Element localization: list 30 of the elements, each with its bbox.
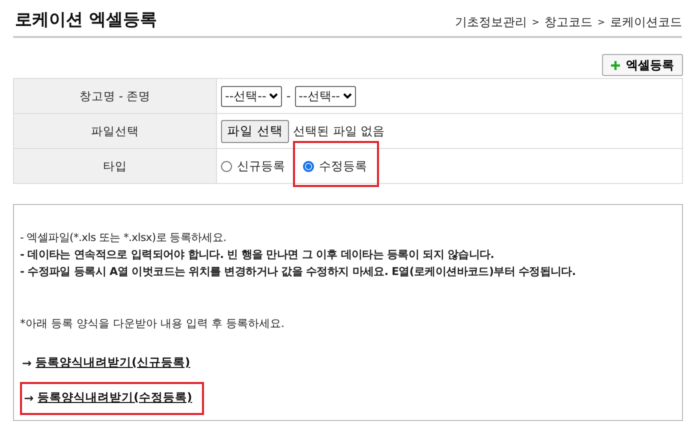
excel-register-button[interactable]: 엑셀등록 (602, 54, 683, 76)
form-label: 타입 (14, 148, 216, 184)
arrow-text: → (22, 356, 32, 370)
notice-text: - 엑셀파일(*.xls 또는 *.xlsx)로 등록하세요. (20, 230, 228, 246)
page-title: 로케이션 엑셀등록 (15, 9, 157, 31)
breadcrumb-separator: > (532, 18, 540, 28)
breadcrumb-item[interactable]: 창고코드 (544, 14, 592, 31)
chevron-down-icon (343, 93, 352, 99)
select-dropdown[interactable]: --선택-- (221, 86, 282, 106)
breadcrumb-separator: > (597, 18, 605, 28)
notice-text: - 수정파일 등록시 A열 이벗코드는 위치를 변경하거나 값을 수정하지 마세요. E열(로케이션바코드)부터 수정됩니다. (20, 264, 577, 280)
separator-text: - (286, 89, 291, 103)
download-link[interactable]: 등록양식내려받기(신규등록) (36, 355, 190, 370)
select-dropdown[interactable]: --선택-- (294, 86, 356, 106)
breadcrumb-item[interactable]: 로케이션코드 (610, 14, 682, 31)
chevron-down-icon (269, 93, 278, 99)
hint-text: *아래 등록 양식을 다운받아 내용 입력 후 등록하세요. (20, 316, 286, 331)
arrow-text: → (24, 390, 34, 404)
form-label: 파일선택 (14, 114, 216, 148)
radio-button[interactable] (221, 160, 232, 172)
file-select-button[interactable]: 파일 선택 (221, 120, 289, 142)
notice-text: - 데이타는 연속적으로 입력되어야 합니다. 빈 행을 만나면 그 이후 데이타는 등록이 되지 않습니다. (20, 247, 496, 263)
file-status: 선택된 파일 없음 (292, 122, 385, 140)
radio-label: 수정등록 (319, 158, 367, 174)
plus-icon (611, 60, 620, 70)
breadcrumb-item[interactable]: 기초정보관리 (454, 14, 527, 31)
radio-label: 신규등록 (237, 158, 285, 174)
radio-button[interactable] (303, 160, 314, 172)
form-label: 창고명 - 존명 (14, 78, 216, 114)
download-link[interactable]: 등록양식내려받기(수정등록) (38, 390, 192, 405)
